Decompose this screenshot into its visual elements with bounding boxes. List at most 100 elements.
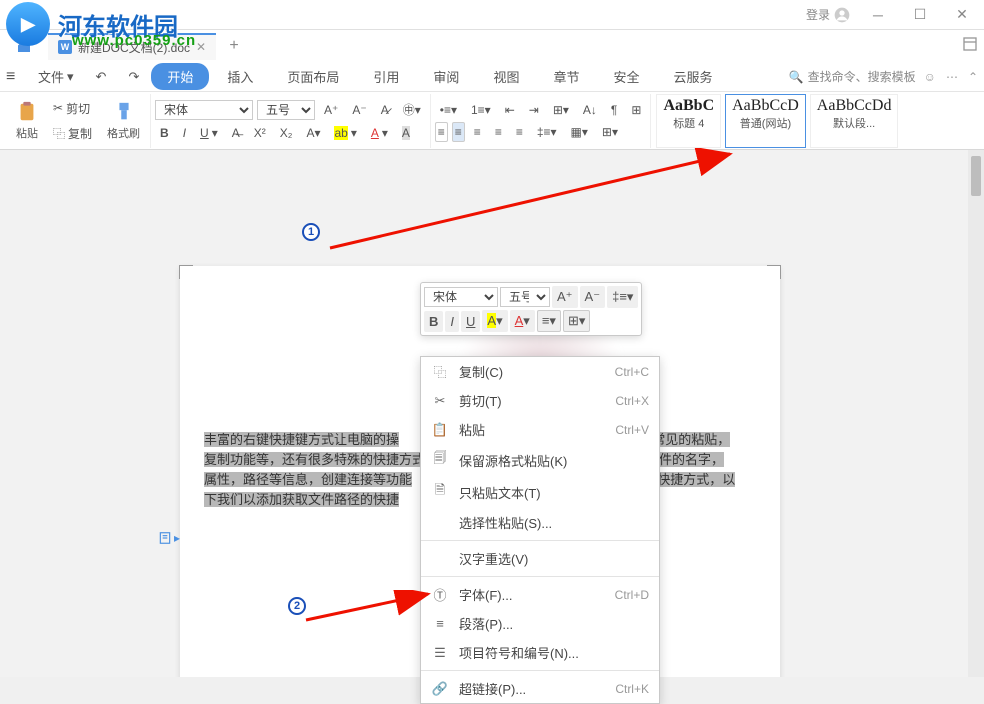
paste-format-icon: 🗐 [431,449,449,471]
sort-button[interactable]: A↓ [578,100,602,120]
italic-button[interactable]: I [178,123,191,143]
cm-paste-keep-format[interactable]: 🗐保留源格式粘贴(K) [421,444,659,476]
underline-button[interactable]: U▾ [195,123,223,143]
smiley-icon[interactable]: ☺ [924,70,936,84]
align-justify-button[interactable]: ≡ [490,122,507,142]
tab-view[interactable]: 视图 [477,63,535,90]
menu-separator [421,540,659,541]
vertical-scrollbar[interactable] [968,150,984,677]
char-shading-button[interactable]: A [397,123,415,143]
list-icon: ☰ [431,645,449,661]
close-button[interactable]: ✕ [948,5,976,25]
cm-paragraph[interactable]: ≡段落(P)... [421,609,659,638]
font-size-select[interactable]: 五号 [257,100,315,120]
cm-reconvert[interactable]: 汉字重选(V) [421,544,659,573]
align-left-button[interactable]: ≡ [435,122,448,142]
search-placeholder: 查找命令、搜索模板 [808,68,916,85]
indent-button[interactable]: ⇥ [524,100,544,120]
grow-font-button[interactable]: A⁺ [319,100,343,120]
login-button[interactable]: 登录 [806,6,850,23]
cm-copy[interactable]: ⿻复制(C)Ctrl+C [421,357,659,386]
shrink-font-button[interactable]: A⁻ [347,100,371,120]
tab-security[interactable]: 安全 [597,63,655,90]
align-distribute-button[interactable]: ≡ [511,122,528,142]
command-search[interactable]: 🔍 查找命令、搜索模板 [789,68,916,85]
hamburger-icon[interactable]: ≡ [6,68,26,86]
mini-bold[interactable]: B [424,311,443,332]
style-normal-web[interactable]: AaBbCcD 普通(网站) [725,94,806,148]
highlight-button[interactable]: ab▾ [329,123,361,143]
scrollbar-thumb[interactable] [971,156,981,196]
format-painter-button[interactable]: 格式刷 [101,99,146,143]
mini-align[interactable]: ≡▾ [537,310,561,332]
paragraph-group: •≡▾ 1≡▾ ⇤ ⇥ ⊞▾ A↓ ¶ ⊞ ≡ ≡ ≡ ≡ ≡ ‡≡▾ ▦▾ ⊞… [431,94,652,148]
mini-font-name[interactable]: 宋体 [424,287,498,307]
redo-button[interactable]: ↷ [118,65,149,89]
line-spacing-button[interactable]: ‡≡▾ [532,122,562,142]
align-center-button[interactable]: ≡ [452,122,465,142]
document-tab[interactable]: W 新建DOC文档(2).doc ✕ [48,33,216,60]
subscript-button[interactable]: X₂ [275,123,298,143]
copy-icon: ⿻ [53,125,65,142]
bold-button[interactable]: B [155,123,174,143]
cm-cut[interactable]: ✂剪切(T)Ctrl+X [421,386,659,415]
close-icon[interactable]: ✕ [196,40,206,54]
style-heading4[interactable]: AaBbC 标题 4 [656,94,721,148]
borders-button[interactable]: ⊞▾ [597,122,623,142]
tab-home[interactable] [6,34,42,58]
mini-highlight[interactable]: A▾ [482,310,507,332]
mini-shrink-font[interactable]: A⁻ [580,286,606,308]
maximize-button[interactable]: ☐ [906,5,934,25]
mini-font-color[interactable]: A▾ [510,310,535,332]
paste-button[interactable]: 粘贴 [10,99,44,143]
mini-font-size[interactable]: 五号 [500,287,550,307]
minimize-button[interactable]: ─ [864,5,892,25]
collapse-ribbon-icon[interactable]: ⌃ [968,70,978,84]
superscript-button[interactable]: X² [249,123,271,143]
mini-underline[interactable]: U [461,311,480,332]
mini-grow-font[interactable]: A⁺ [552,286,578,308]
char-width-button[interactable]: ㊥▾ [398,98,426,121]
tab-section[interactable]: 章节 [537,63,595,90]
table-borders-button[interactable]: ⊞ [626,100,646,120]
mini-borders[interactable]: ⊞▾ [563,310,590,332]
tab-start[interactable]: 开始 [151,63,209,90]
new-tab-button[interactable]: + [222,37,246,55]
show-marks-button[interactable]: ¶ [606,100,622,120]
cm-hyperlink[interactable]: 🔗超链接(P)...Ctrl+K [421,674,659,703]
cm-bullets-numbering[interactable]: ☰项目符号和编号(N)... [421,638,659,667]
text-effect-button[interactable]: A▾ [301,123,325,143]
strike-button[interactable]: A̶ [227,123,245,143]
outdent-button[interactable]: ⇤ [500,100,520,120]
tab-cloud[interactable]: 云服务 [657,63,728,90]
align-right-button[interactable]: ≡ [469,122,486,142]
style-default[interactable]: AaBbCcDd 默认段... [810,94,899,148]
copy-icon: ⿻ [431,362,449,381]
file-menu[interactable]: 文件 ▾ [28,63,84,90]
clear-format-button[interactable]: A̷ [376,100,394,120]
tab-references[interactable]: 引用 [357,63,415,90]
font-name-select[interactable]: 宋体 [155,100,253,120]
cm-font[interactable]: Ⓣ字体(F)...Ctrl+D [421,580,659,609]
tab-stops-button[interactable]: ⊞▾ [548,100,574,120]
more-icon[interactable]: ⋯ [946,70,958,84]
font-color-button[interactable]: A▾ [366,123,393,143]
tab-review[interactable]: 审阅 [417,63,475,90]
copy-button[interactable]: ⿻复制 [48,122,97,145]
cm-paste[interactable]: 📋粘贴Ctrl+V [421,415,659,444]
mini-italic[interactable]: I [445,311,459,332]
cut-button[interactable]: ✂剪切 [48,97,97,120]
tab-page-layout[interactable]: 页面布局 [271,63,355,90]
undo-button[interactable]: ↶ [86,65,117,89]
numbering-button[interactable]: 1≡▾ [466,100,496,120]
mini-linespacing[interactable]: ‡≡▾ [607,286,638,308]
tab-insert[interactable]: 插入 [211,63,269,90]
outline-toggle[interactable]: ▸ [158,530,180,546]
bullets-button[interactable]: •≡▾ [435,100,462,120]
shading-button[interactable]: ▦▾ [566,122,593,142]
cm-paste-special[interactable]: 选择性粘贴(S)... [421,508,659,537]
annotation-2: 2 [288,597,306,615]
tab-area-icon[interactable] [962,36,978,57]
font-group: 宋体 五号 A⁺ A⁻ A̷ ㊥▾ B I U▾ A̶ X² X₂ A▾ ab▾… [151,94,431,148]
cm-paste-text[interactable]: 🗎只粘贴文本(T) [421,476,659,508]
